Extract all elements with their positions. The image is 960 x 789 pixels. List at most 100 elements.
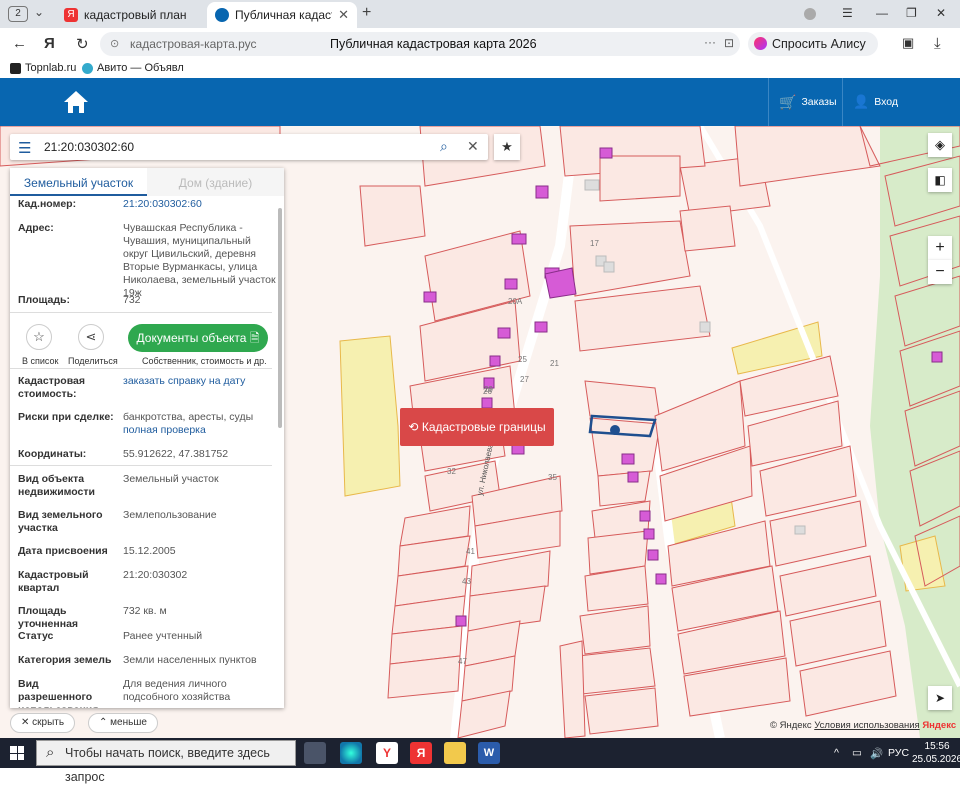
- date: 25.05.2026: [912, 754, 960, 765]
- close-icon[interactable]: ✕: [338, 7, 349, 23]
- new-tab-icon[interactable]: +: [362, 4, 371, 22]
- layers-icon[interactable]: ◈: [928, 133, 952, 157]
- row-value: 732: [123, 294, 141, 306]
- page-title: Публичная кадастровая карта 2026: [330, 37, 537, 51]
- taskbar-search[interactable]: Чтобы начать поиск, введите здесь запрос: [36, 740, 296, 784]
- yandex-browser-icon[interactable]: Y: [376, 742, 398, 764]
- close-icon[interactable]: ✕: [467, 138, 479, 155]
- hide-label: скрыть: [32, 717, 65, 728]
- profile-icon[interactable]: [804, 8, 816, 20]
- row-value: 732 кв. м: [123, 605, 167, 617]
- bookmark-topnlab[interactable]: Topnlab.ru: [10, 62, 76, 74]
- star-icon[interactable]: ☆: [26, 324, 52, 350]
- back-icon[interactable]: ←: [12, 35, 27, 52]
- edge-icon[interactable]: [340, 742, 362, 764]
- home-icon[interactable]: [62, 88, 90, 116]
- word-icon[interactable]: W: [478, 742, 500, 764]
- login-label: Вход: [874, 96, 898, 108]
- terms-link[interactable]: Условия использования: [814, 720, 919, 731]
- site-info-icon[interactable]: ⊙: [110, 37, 119, 50]
- row-value: 55.912622, 47.381752: [123, 448, 229, 460]
- parcel-number: 35: [548, 473, 557, 482]
- row-value[interactable]: 21:20:030302:60: [123, 198, 278, 211]
- panel-scrollbar[interactable]: [278, 208, 282, 428]
- bookmark-label: Авито — Объявл: [97, 62, 184, 74]
- bookmarks-bar: Topnlab.ru Авито — Объявл: [0, 60, 960, 78]
- row-key: Вид объекта недвижимости: [18, 473, 95, 498]
- row-value: 15.12.2005: [123, 545, 176, 557]
- full-check-link[interactable]: полная проверка: [123, 424, 278, 437]
- tab-counter[interactable]: 2: [8, 6, 28, 22]
- search-input[interactable]: [44, 137, 414, 157]
- row-value[interactable]: заказать справку на дату: [123, 375, 278, 388]
- download-icon[interactable]: ⤓: [934, 35, 941, 52]
- address-bar-row: ← Я ↻ ⊙ кадастровая-карта.рус Публичная …: [0, 28, 960, 75]
- bookmark-avito[interactable]: Авито — Объявл: [82, 62, 184, 74]
- file-explorer-icon[interactable]: [444, 742, 466, 764]
- tab-label: Публичная кадастровая ка: [235, 8, 332, 22]
- windows-start-icon[interactable]: [10, 746, 24, 760]
- parcel-number: 41: [466, 547, 475, 556]
- time: 15:56: [924, 741, 950, 752]
- browser-tab-bar: 2 ⌄ Я кадастровый план земельн Публичная…: [0, 0, 960, 28]
- row-key: Риски при сделке:: [18, 411, 114, 423]
- less-button[interactable]: ⌃ меньше: [88, 713, 158, 733]
- cadastral-borders-button[interactable]: ⟲ Кадастровые границы: [400, 408, 554, 446]
- row-value: Для ведения личного подсобного хозяйства: [123, 678, 231, 703]
- parcel-number: 43: [462, 577, 471, 586]
- chevron-up-icon[interactable]: ^: [834, 747, 839, 759]
- row-value: 21:20:030302: [123, 569, 188, 581]
- row-key: Вид разрешенного использования: [18, 678, 98, 708]
- documents-button[interactable]: Документы объекта 🗎: [128, 324, 268, 352]
- share-icon[interactable]: ⋖: [78, 324, 104, 350]
- volume-icon[interactable]: 🔊: [870, 747, 883, 760]
- url-field[interactable]: ⊙ кадастровая-карта.рус Публичная кадаст…: [100, 32, 740, 56]
- parcel-number: 47: [458, 657, 467, 666]
- clock[interactable]: 15:56 25.05.2026: [912, 740, 960, 766]
- login-button[interactable]: 👤 Вход: [842, 78, 908, 126]
- extensions-icon[interactable]: ▣: [902, 35, 914, 51]
- tab-label: кадастровый план земельн: [84, 8, 188, 22]
- tab-public-map[interactable]: Публичная кадастровая ка ✕: [207, 2, 357, 28]
- row-key: Вид земельного участка: [18, 509, 103, 534]
- avito-icon: [82, 62, 93, 74]
- reload-icon[interactable]: ↻: [76, 35, 89, 53]
- more-icon[interactable]: ···: [704, 35, 716, 49]
- parcel-number: 32: [447, 467, 456, 476]
- favorites-star-icon[interactable]: ★: [494, 134, 520, 160]
- bookmark-icon[interactable]: ⊡: [724, 36, 734, 50]
- alice-button[interactable]: Спросить Алису AI: [748, 32, 878, 75]
- row-value: Землепользование: [123, 509, 217, 521]
- row-key: Площадь уточненная: [18, 605, 79, 630]
- documents-subtitle: Собственник, стоимость и др.: [142, 356, 267, 366]
- network-icon[interactable]: ▭: [852, 747, 862, 759]
- tab-land-plot[interactable]: Земельный участок: [10, 168, 147, 196]
- location-arrow-icon[interactable]: ➤: [928, 686, 952, 710]
- language-indicator[interactable]: РУС: [888, 747, 909, 759]
- hide-panel-button[interactable]: ✕ скрыть: [10, 713, 76, 733]
- yandex-icon[interactable]: Я: [44, 35, 55, 52]
- search-icon[interactable]: ⌕: [440, 138, 448, 155]
- chevron-down-icon[interactable]: ⌄: [34, 5, 44, 19]
- zoom-in-icon[interactable]: +: [928, 236, 952, 260]
- close-window-icon[interactable]: ✕: [936, 6, 946, 20]
- windows-taskbar: Чтобы начать поиск, введите здесь запрос…: [0, 738, 960, 784]
- panel-toggle-icon[interactable]: ◧: [928, 168, 952, 192]
- menu-icon[interactable]: ☰: [842, 6, 853, 20]
- row-key: Адрес:: [18, 222, 54, 234]
- maximize-icon[interactable]: ❐: [906, 6, 917, 20]
- tab-cadastral-plan[interactable]: Я кадастровый план земельн: [56, 2, 204, 28]
- minimize-icon[interactable]: —: [876, 6, 888, 20]
- task-view-icon[interactable]: [304, 742, 326, 764]
- menu-icon[interactable]: ☰: [18, 139, 31, 157]
- topnlab-icon: [10, 62, 21, 74]
- row-value: банкротства, аресты, суды: [123, 411, 254, 423]
- parcel-number: 25: [518, 355, 527, 364]
- zoom-out-icon[interactable]: −: [928, 260, 952, 284]
- url-text: кадастровая-карта.рус: [130, 37, 257, 51]
- cadastral-borders-label: Кадастровые границы: [421, 420, 546, 434]
- row-value: Земли населенных пунктов: [123, 654, 257, 666]
- action-row: ☆ В список ⋖ Поделиться Документы объект…: [10, 312, 284, 370]
- orders-button[interactable]: 🛒 Заказы: [768, 78, 847, 126]
- yandex-icon[interactable]: Я: [410, 742, 432, 764]
